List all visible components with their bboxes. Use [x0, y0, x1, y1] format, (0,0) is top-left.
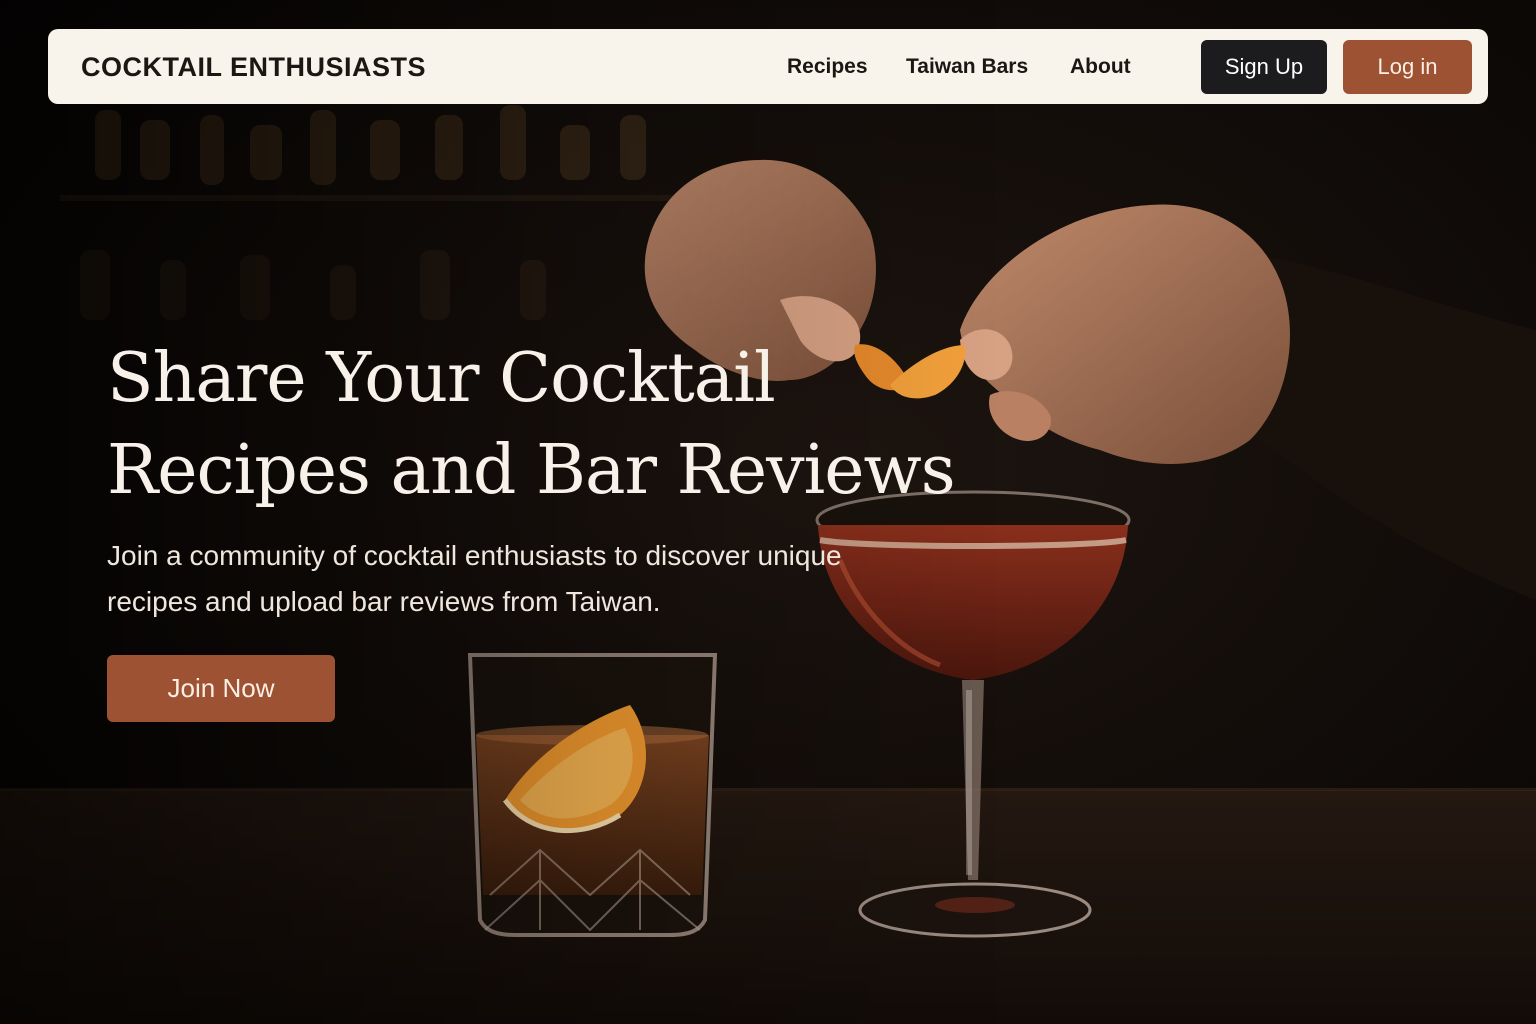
hero-title: Share Your Cocktail Recipes and Bar Revi… [107, 339, 956, 510]
top-navbar: COCKTAIL ENTHUSIASTS Recipes Taiwan Bars… [48, 29, 1488, 104]
site-logo[interactable]: COCKTAIL ENTHUSIASTS [81, 50, 426, 84]
nav-link-taiwan-bars[interactable]: Taiwan Bars [906, 54, 1028, 80]
join-now-button[interactable]: Join Now [107, 655, 335, 722]
log-in-button[interactable]: Log in [1343, 40, 1472, 94]
sign-up-button[interactable]: Sign Up [1201, 40, 1327, 94]
nav-link-about[interactable]: About [1070, 54, 1131, 80]
landing-page: COCKTAIL ENTHUSIASTS Recipes Taiwan Bars… [0, 0, 1536, 1024]
hero-subtitle: Join a community of cocktail enthusiasts… [107, 540, 842, 617]
nav-link-recipes[interactable]: Recipes [787, 54, 868, 80]
